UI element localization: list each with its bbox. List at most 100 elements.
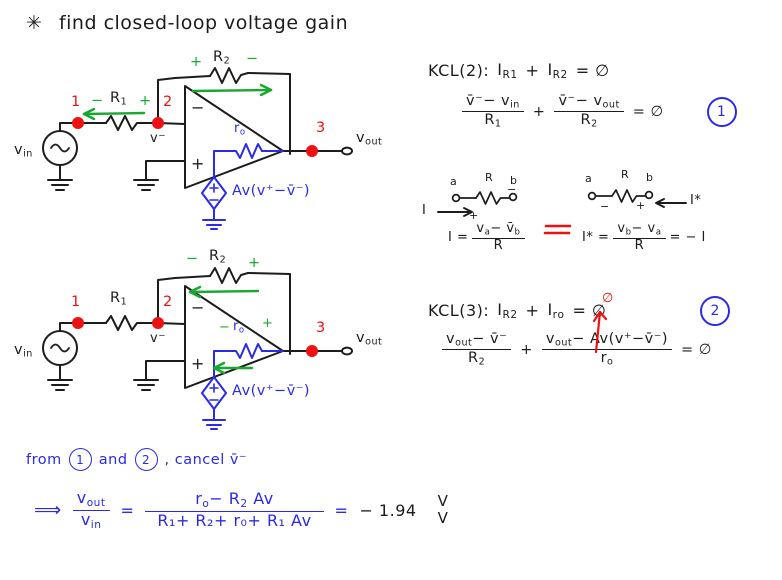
gain-result-equals: = <box>334 500 349 520</box>
note-left-fraction: va− v̄b R <box>472 221 525 254</box>
r2-sign-right-2: + <box>248 255 261 271</box>
vminus-label-1: v− <box>150 131 166 146</box>
circuit-diagram-2[interactable]: vin 1 2 3 R1 − R2 + v− − + − ro + Av(v⁺−… <box>0 248 400 433</box>
conclusion-lead-row: from 1 and 2 , cancel v̄⁻ <box>26 448 726 471</box>
kcl3-plus: + <box>525 300 540 320</box>
note-right-node-a: a <box>585 172 593 185</box>
r2-label-1: R2 <box>213 49 231 67</box>
node-dot-2 <box>152 117 164 129</box>
kcl3-plus-2: + <box>520 341 533 358</box>
circuit2-svg <box>42 267 353 430</box>
note-right-istar-label: I* <box>690 193 702 208</box>
vout-label-1: vout <box>356 130 383 148</box>
vminus-label-2: v− <box>150 331 166 346</box>
gain-unit-num: V <box>437 492 449 511</box>
kcl3-f1-den: R2 <box>442 349 512 368</box>
node-label-1: 1 <box>71 94 81 110</box>
kcl2-term2: IR2 <box>547 60 568 81</box>
circuit1-svg <box>42 67 353 230</box>
equation-number-2-wrap: 2 <box>700 296 730 326</box>
kcl2-block: KCL(2): IR1 + IR2 = ∅ v̄⁻− vin R1 + v̄⁻−… <box>428 60 782 131</box>
opamp-plus-input-1: + <box>191 154 205 173</box>
gain-unit-den: V <box>437 509 449 528</box>
equivalence-symbol <box>543 224 572 235</box>
title-marker: ✳ <box>26 12 43 34</box>
note-left-sign-minus: − <box>507 183 517 196</box>
r2-sign-right-1: − <box>246 51 259 67</box>
dependent-source-diamond-2 <box>201 376 227 410</box>
r2-current-arrow-1 <box>191 83 273 97</box>
kcl2-fraction-1: v̄⁻− vin R1 <box>462 93 524 131</box>
kcl2-plus: + <box>525 60 540 80</box>
circuit-diagram-1[interactable]: vin 1 2 3 − R1 + + R2 − v− − + ro Av(v⁺−… <box>0 49 400 233</box>
gain-lhs-den: vin <box>72 509 110 532</box>
note-right-node-b: b <box>646 171 654 184</box>
opamp-plus-input-2: + <box>191 354 205 373</box>
title-line: ✳ find closed-loop voltage gain <box>26 12 348 34</box>
note-left-node-a: a <box>450 175 458 188</box>
source-label-2: vin <box>14 342 33 360</box>
kcl2-f2-den: R2 <box>554 111 624 130</box>
kcl3-tail: = ∅ <box>681 341 712 358</box>
conclusion-cancel: , cancel v̄⁻ <box>164 451 248 468</box>
note-left-num: va− v̄b <box>476 221 521 238</box>
kcl2-f2-num: v̄⁻− vout <box>558 92 620 111</box>
note-right-sign-minus: − <box>600 200 610 213</box>
opamp-minus-input-2: − <box>191 298 205 317</box>
ro-sign-right-2: + <box>262 316 274 331</box>
note-right-equation: I* = vb− va R = − I <box>582 221 706 254</box>
r1-sign-left-1: − <box>91 93 104 109</box>
kcl3-fraction-1: vout− v̄⁻ R2 <box>442 330 512 369</box>
note-left-den: R <box>472 237 525 254</box>
note-right-sign-plus: + <box>636 199 646 212</box>
opamp-minus-input-1: − <box>191 98 205 117</box>
node-label-1: 1 <box>71 294 81 310</box>
note-left-eq-lhs: I = <box>448 230 469 246</box>
node-label-2: 2 <box>163 94 173 110</box>
conclusion-ref-2: 2 <box>134 448 158 471</box>
conclusion-block: from 1 and 2 , cancel v̄⁻ ⟹ vout vin = r… <box>26 448 726 532</box>
source-label-1: vin <box>14 142 33 160</box>
kcl2-fraction-2: v̄⁻− vout R2 <box>554 92 624 131</box>
gain-lhs-fraction: vout vin <box>72 488 110 532</box>
node-dot-3 <box>306 145 318 157</box>
kcl2-equals-zero: = ∅ <box>575 60 610 80</box>
kcl3-f1-num: vout− v̄⁻ <box>446 330 508 349</box>
conclusion-ref-1: 1 <box>68 448 92 471</box>
note-lead-i: I <box>422 203 427 218</box>
equation-number-1: 1 <box>706 96 737 127</box>
ro-label-1: ro <box>234 121 246 138</box>
gain-rhs-num: ro− R2 Av <box>195 489 274 511</box>
kcl3-block: KCL(3): IR2 + Iro = ∅ vout− v̄⁻ R2 + vou… <box>428 291 782 369</box>
note-left-equation: I = va− v̄b R <box>448 221 525 254</box>
node-label-2: 2 <box>163 294 173 310</box>
ro-sign-left-2: − <box>219 320 231 335</box>
dependent-source-diamond-1 <box>201 176 227 210</box>
note-right-fraction: vb− va R <box>613 221 666 254</box>
gain-result-value: − 1.94 <box>359 500 417 520</box>
r1-sign-right-1: + <box>139 93 152 109</box>
gain-result-unit: V V <box>434 493 453 527</box>
r1-label-1: R1 <box>110 90 128 108</box>
note-right-num: vb− va <box>617 221 662 238</box>
kcl2-f1-num: v̄⁻− vin <box>466 92 520 111</box>
gain-lhs-num: vout <box>76 488 106 509</box>
node-dot-1 <box>72 317 84 329</box>
page-title: find closed-loop voltage gain <box>58 12 349 34</box>
note-right-r: R <box>621 168 630 181</box>
gain-rhs-den: R₁+ R₂+ r₀+ R₁ Av <box>145 511 324 530</box>
dependent-source-expr-2: Av(v⁺−v̄⁻) <box>232 383 311 399</box>
kcl2-plus-2: + <box>532 103 546 120</box>
kcl2-tail: = ∅ <box>632 103 664 120</box>
ro-label-2: ro <box>233 319 245 336</box>
note-right-den: R <box>613 237 666 254</box>
kcl2-f1-den: R1 <box>462 111 524 130</box>
r1-label-2: R1 <box>110 290 128 308</box>
node-dot-2 <box>152 317 164 329</box>
conclusion-and: and <box>98 451 128 468</box>
node-label-3: 3 <box>316 320 326 336</box>
equation-number-2: 2 <box>700 296 730 326</box>
kcl2-term1: IR1 <box>497 60 518 81</box>
vplus-zero-arrow <box>592 310 608 354</box>
node-dot-1 <box>72 117 84 129</box>
